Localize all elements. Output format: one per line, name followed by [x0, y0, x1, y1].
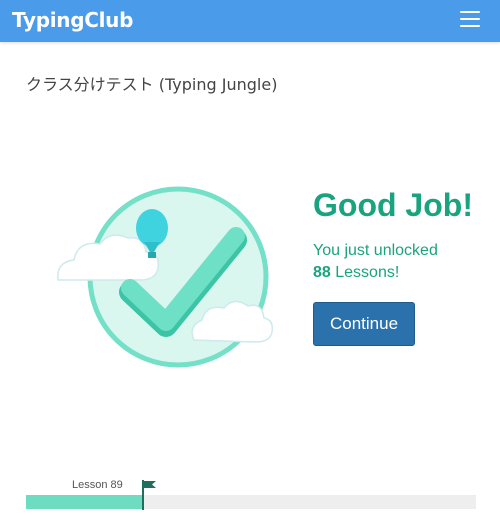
continue-button[interactable]: Continue: [313, 302, 416, 346]
unlock-count: 88: [313, 264, 331, 281]
progress-track: [26, 495, 476, 509]
result-headline: Good Job!: [313, 187, 473, 223]
unlock-suffix: Lessons!: [335, 264, 400, 281]
unlock-message: You just unlocked 88 Lessons!: [313, 240, 493, 284]
lesson-label: Lesson 89: [72, 479, 123, 491]
hamburger-menu-icon[interactable]: [460, 11, 480, 29]
brand-logo[interactable]: TypingClub: [12, 8, 133, 32]
top-navigation-bar: TypingClub: [0, 0, 500, 42]
unlock-prefix: You just unlocked: [313, 242, 438, 259]
flag-icon: [142, 480, 156, 510]
page-title: クラス分けテスト (Typing Jungle): [26, 75, 278, 94]
lesson-progress: Lesson 89: [26, 474, 476, 514]
progress-fill: [26, 495, 143, 509]
result-panel: Good Job! You just unlocked 88 Lessons! …: [313, 186, 493, 346]
checkmark-with-clouds-and-balloon-icon: [57, 186, 274, 368]
